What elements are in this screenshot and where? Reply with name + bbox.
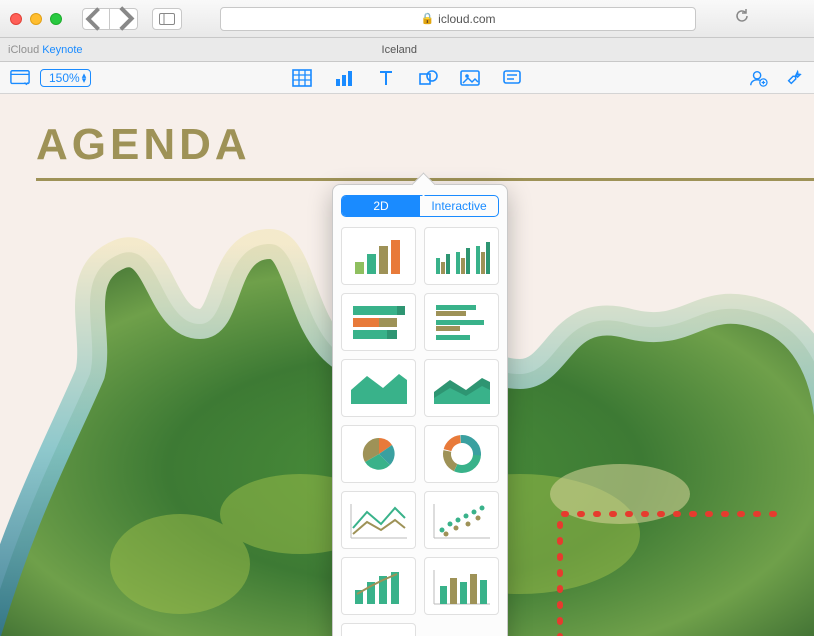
breadcrumb-icloud[interactable]: iCloud: [8, 44, 39, 56]
chart-scatter[interactable]: [424, 491, 499, 549]
insert-chart-button[interactable]: [334, 69, 354, 87]
window-traffic-lights: [10, 13, 62, 25]
chart-bar-vertical[interactable]: [341, 227, 416, 285]
chart-category-segmented: 2D Interactive: [341, 195, 499, 217]
chart-donut[interactable]: [424, 425, 499, 483]
chart-pie[interactable]: [341, 425, 416, 483]
insert-tools: [292, 69, 522, 87]
insert-text-button[interactable]: [376, 69, 396, 87]
close-window-button[interactable]: [10, 13, 22, 25]
insert-table-button[interactable]: [292, 69, 312, 87]
address-bar[interactable]: 🔒 icloud.com: [220, 7, 696, 31]
insert-image-button[interactable]: [460, 69, 480, 87]
tools-button[interactable]: [784, 69, 804, 87]
keynote-toolbar: 150% ▴▾: [0, 62, 814, 94]
tab-2d[interactable]: 2D: [342, 196, 420, 216]
view-menu-button[interactable]: [10, 69, 30, 87]
show-sidebar-button[interactable]: [152, 8, 182, 30]
collaborate-button[interactable]: [748, 69, 768, 87]
back-button[interactable]: [82, 8, 110, 30]
zoom-select[interactable]: 150% ▴▾: [40, 69, 91, 87]
nav-back-forward: [82, 8, 138, 30]
insert-shape-button[interactable]: [418, 69, 438, 87]
chart-bar-horizontal-stacked[interactable]: [341, 293, 416, 351]
slide-canvas[interactable]: AGENDA: [0, 94, 814, 636]
chart-bar-vertical-clustered[interactable]: [424, 227, 499, 285]
document-title: Iceland: [83, 44, 716, 56]
chart-bar-horizontal-clustered[interactable]: [424, 293, 499, 351]
chart-area-stacked[interactable]: [424, 359, 499, 417]
tab-interactive[interactable]: Interactive: [420, 196, 498, 216]
chart-type-grid: [341, 227, 499, 636]
chart-line[interactable]: [341, 491, 416, 549]
chart-bubble[interactable]: [341, 623, 416, 636]
forward-button[interactable]: [110, 8, 138, 30]
chart-type-popover: 2D Interactive: [332, 184, 508, 636]
reload-button[interactable]: [734, 8, 756, 29]
tab-bar: iCloud Keynote Iceland: [0, 38, 814, 62]
zoom-window-button[interactable]: [50, 13, 62, 25]
insert-comment-button[interactable]: [502, 69, 522, 87]
chart-column-negative[interactable]: [424, 557, 499, 615]
lock-icon: 🔒: [420, 12, 434, 25]
chart-area[interactable]: [341, 359, 416, 417]
zoom-value: 150%: [49, 71, 80, 85]
safari-toolbar: 🔒 icloud.com: [0, 0, 814, 38]
breadcrumb-keynote[interactable]: Keynote: [42, 44, 82, 56]
url-host: icloud.com: [438, 12, 495, 26]
minimize-window-button[interactable]: [30, 13, 42, 25]
chart-mixed-bar-line[interactable]: [341, 557, 416, 615]
chevron-updown-icon: ▴▾: [82, 73, 87, 83]
